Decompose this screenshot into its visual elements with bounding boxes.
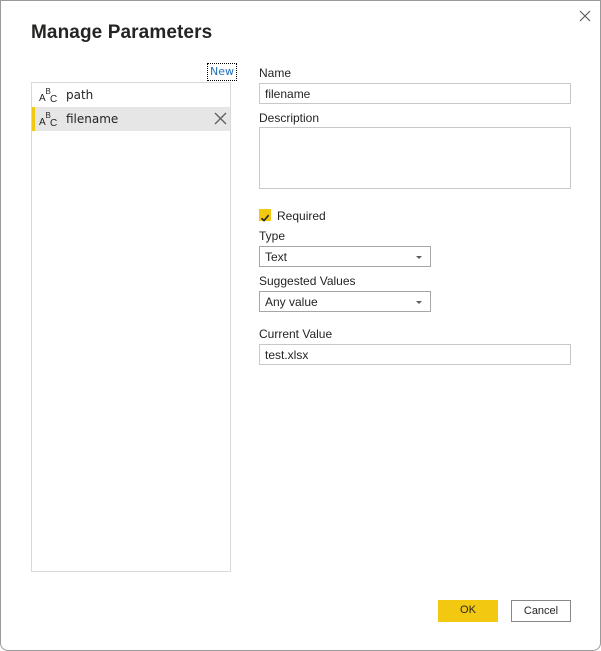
- type-dropdown-value: Text: [265, 250, 288, 264]
- description-label: Description: [259, 111, 320, 125]
- new-parameter-link[interactable]: New: [207, 63, 237, 81]
- current-value-label: Current Value: [259, 327, 333, 341]
- chevron-down-icon: [416, 256, 422, 259]
- suggested-values-label: Suggested Values: [259, 274, 356, 288]
- list-item-label: path: [66, 88, 94, 102]
- description-input[interactable]: [259, 127, 571, 189]
- required-checkbox[interactable]: [259, 209, 271, 222]
- dialog-title: Manage Parameters: [31, 22, 213, 43]
- list-item-path[interactable]: A B C path: [32, 83, 230, 107]
- suggested-values-dropdown[interactable]: Any value: [259, 291, 431, 312]
- ok-button[interactable]: OK: [438, 600, 498, 622]
- abc-text-type-icon: A B C: [39, 111, 57, 127]
- list-item-label: filename: [66, 112, 119, 126]
- required-label: Required: [277, 209, 326, 223]
- suggested-values-dropdown-value: Any value: [265, 295, 318, 309]
- abc-text-type-icon: A B C: [39, 87, 57, 103]
- close-icon: [579, 10, 591, 22]
- parameters-list: A B C path A B C filename: [31, 82, 231, 572]
- name-label: Name: [259, 66, 292, 80]
- name-input[interactable]: filename: [259, 83, 571, 104]
- svg-text:C: C: [50, 118, 57, 127]
- svg-text:C: C: [50, 94, 57, 103]
- remove-parameter-icon[interactable]: [214, 112, 227, 125]
- cancel-button[interactable]: Cancel: [511, 600, 571, 622]
- chevron-down-icon: [416, 301, 422, 304]
- close-button[interactable]: [575, 6, 595, 26]
- current-value-input[interactable]: test.xlsx: [259, 344, 571, 365]
- manage-parameters-dialog: Manage Parameters New A B C path A B C f…: [0, 0, 601, 651]
- type-dropdown[interactable]: Text: [259, 246, 431, 267]
- checkmark-icon: [260, 214, 270, 222]
- type-label: Type: [259, 229, 286, 243]
- list-item-filename[interactable]: A B C filename: [32, 107, 230, 131]
